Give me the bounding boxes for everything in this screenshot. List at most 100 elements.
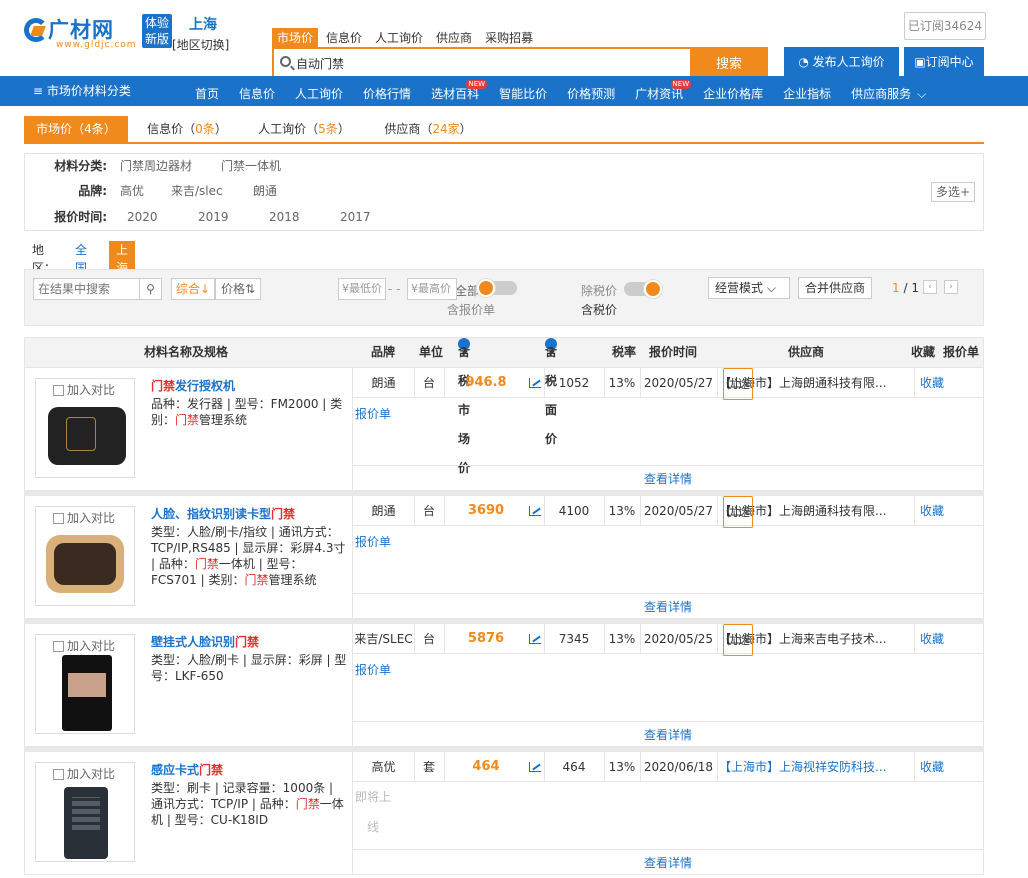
nav-enterprise-index[interactable]: 企业指标 [783,76,831,106]
search-icon[interactable]: ⚲ [139,279,161,299]
product-title[interactable]: 壁挂式人脸识别门禁 [151,634,259,650]
price-trend-icon[interactable] [529,762,541,772]
city-switch-link[interactable]: [地区切换] [172,36,229,53]
quote-link[interactable]: 报价单 [355,406,391,422]
product-thumbnail[interactable]: 加入对比 [35,762,135,862]
nav-home[interactable]: 首页 [195,76,219,106]
subscribed-count[interactable]: 已订阅34624 [904,12,986,40]
view-detail-link[interactable]: 查看详情 [353,593,983,619]
tab-market-price[interactable]: 市场价（4条） [24,116,128,142]
checkbox-icon [53,385,64,396]
compare-label: 加入对比 [67,511,116,525]
sort-price-button[interactable]: 价格⇅ [215,278,261,300]
col-unit: 单位 [419,345,444,359]
filter-brand-option[interactable]: 高优 [120,179,144,203]
product-title[interactable]: 感应卡式门禁 [151,762,223,778]
multi-select-button[interactable]: 多选+ [931,182,975,202]
compare-checkbox[interactable]: 加入对比 [53,511,115,525]
search-tab-market[interactable]: 市场价 [272,28,319,48]
merge-supplier-button[interactable]: 合并供应商 [798,277,872,299]
tab-suffix: ） [103,122,116,136]
filter-year-option[interactable]: 2020 [127,205,158,229]
tab-info-price[interactable]: 信息价（0条） [142,116,232,142]
tab-manual-inquiry[interactable]: 人工询价（5条） [252,116,356,142]
favorite-link[interactable]: 收藏 [914,624,950,654]
search-tab-info[interactable]: 信息价 [321,28,367,48]
nav-manual-inquiry[interactable]: 人工询价 [295,76,343,106]
tax-toggle[interactable] [624,280,662,298]
cell-face-price: 4100 [558,504,590,518]
price-trend-icon[interactable] [529,378,541,388]
title-highlight: 门禁 [151,379,176,393]
tab-label: 市场价（ [36,122,85,136]
checkbox-icon [53,641,64,652]
cell-supplier[interactable]: 【上海市】上海视祥安防科技... [719,752,886,782]
result-tabs: 市场价（4条） 信息价（0条） 人工询价（5条） 供应商（24家） [24,116,984,144]
compare-checkbox[interactable]: 加入对比 [53,383,115,397]
price-trend-icon[interactable] [529,634,541,644]
product-image [62,655,112,731]
sort-default-button[interactable]: 综合↓ [171,278,215,300]
tab-count: 24家 [432,122,460,136]
subscribe-center-button[interactable]: ▣订阅中心 [904,47,984,78]
cell-date: 2020/05/27 [643,376,714,390]
cell-market-price: 5876 [467,631,505,646]
product-thumbnail[interactable]: 加入对比 [35,634,135,734]
beta-badge[interactable]: 体验 新版 [142,14,172,48]
max-price-input[interactable]: ¥最高价 [407,278,457,300]
business-mode-select[interactable]: 经营模式 ⌵ [708,277,790,299]
product-thumbnail[interactable]: 加入对比 [35,378,135,478]
compare-checkbox[interactable]: 加入对比 [53,639,115,653]
product-title[interactable]: 人脸、指纹识别读卡型门禁 [151,506,295,522]
nav-price-forecast[interactable]: 价格预测 [567,76,615,106]
compare-checkbox[interactable]: 加入对比 [53,767,115,781]
preferred-badge: 优选 [723,624,754,656]
nav-news[interactable]: 广材资讯 [635,76,692,106]
view-detail-link[interactable]: 查看详情 [353,465,983,491]
include-quote-toggle[interactable] [477,279,517,297]
nav-price-compare[interactable]: 智能比价 [499,76,547,106]
quote-link[interactable]: 报价单 [355,534,391,550]
prev-page-button[interactable]: ‹ [923,280,937,294]
filter-year-option[interactable]: 2017 [340,205,371,229]
search-tab-supplier[interactable]: 供应商 [431,28,477,48]
filter-brand-option[interactable]: 来吉/slec [171,179,223,203]
help-icon[interactable]: ? [458,338,470,359]
cell-brand: 朗通 [371,376,396,390]
tab-supplier[interactable]: 供应商（24家） [376,116,480,142]
product-thumbnail[interactable]: 加入对比 [35,506,135,606]
search-input[interactable] [296,54,686,72]
next-page-button[interactable]: › [944,280,958,294]
search-tab-inquiry[interactable]: 人工询价 [370,28,428,48]
cell-date: 2020/05/25 [643,632,714,646]
table-row: 加入对比 门禁发行授权机 品种：发行器 | 型号：FM2000 | 类别：门禁管… [24,368,984,491]
quote-link[interactable]: 报价单 [355,662,391,678]
site-logo[interactable]: 广材网 www.gldjc.com [24,12,142,52]
nav-encyclopedia[interactable]: 选材百科 [431,76,488,106]
favorite-link[interactable]: 收藏 [914,368,950,398]
chevron-down-icon[interactable]: ⌵ [917,76,926,106]
view-detail-link[interactable]: 查看详情 [353,721,983,747]
product-spec: 类型：人脸/刷卡 | 显示屏：彩屏 | 型号：LKF-650 [151,653,347,683]
publish-inquiry-button[interactable]: ◔ 发布人工询价 [784,47,899,78]
filter-category-option[interactable]: 门禁一体机 [221,154,281,178]
favorite-link[interactable]: 收藏 [914,496,950,526]
nav-enterprise-db[interactable]: 企业价格库 [703,76,763,106]
search-button[interactable]: 搜索 [690,47,768,78]
nav-info-price[interactable]: 信息价 [239,76,275,106]
price-trend-icon[interactable] [529,506,541,516]
filter-year-option[interactable]: 2018 [269,205,300,229]
nav-price-trend[interactable]: 价格行情 [363,76,411,106]
min-price-input[interactable]: ¥最低价 [338,278,386,300]
view-detail-link[interactable]: 查看详情 [353,849,983,875]
filter-brand-option[interactable]: 朗通 [253,179,277,203]
result-search-input[interactable] [34,280,138,298]
help-icon[interactable]: ? [545,338,557,359]
search-tab-procurement[interactable]: 采购招募 [480,28,538,48]
favorite-link[interactable]: 收藏 [914,752,950,782]
category-menu[interactable]: ≡ 市场价材料分类 [33,76,131,106]
filter-year-option[interactable]: 2019 [198,205,229,229]
product-title[interactable]: 门禁发行授权机 [151,378,235,394]
filter-category-option[interactable]: 门禁周边器材 [120,154,192,178]
nav-supplier-service[interactable]: 供应商服务 [851,76,911,106]
